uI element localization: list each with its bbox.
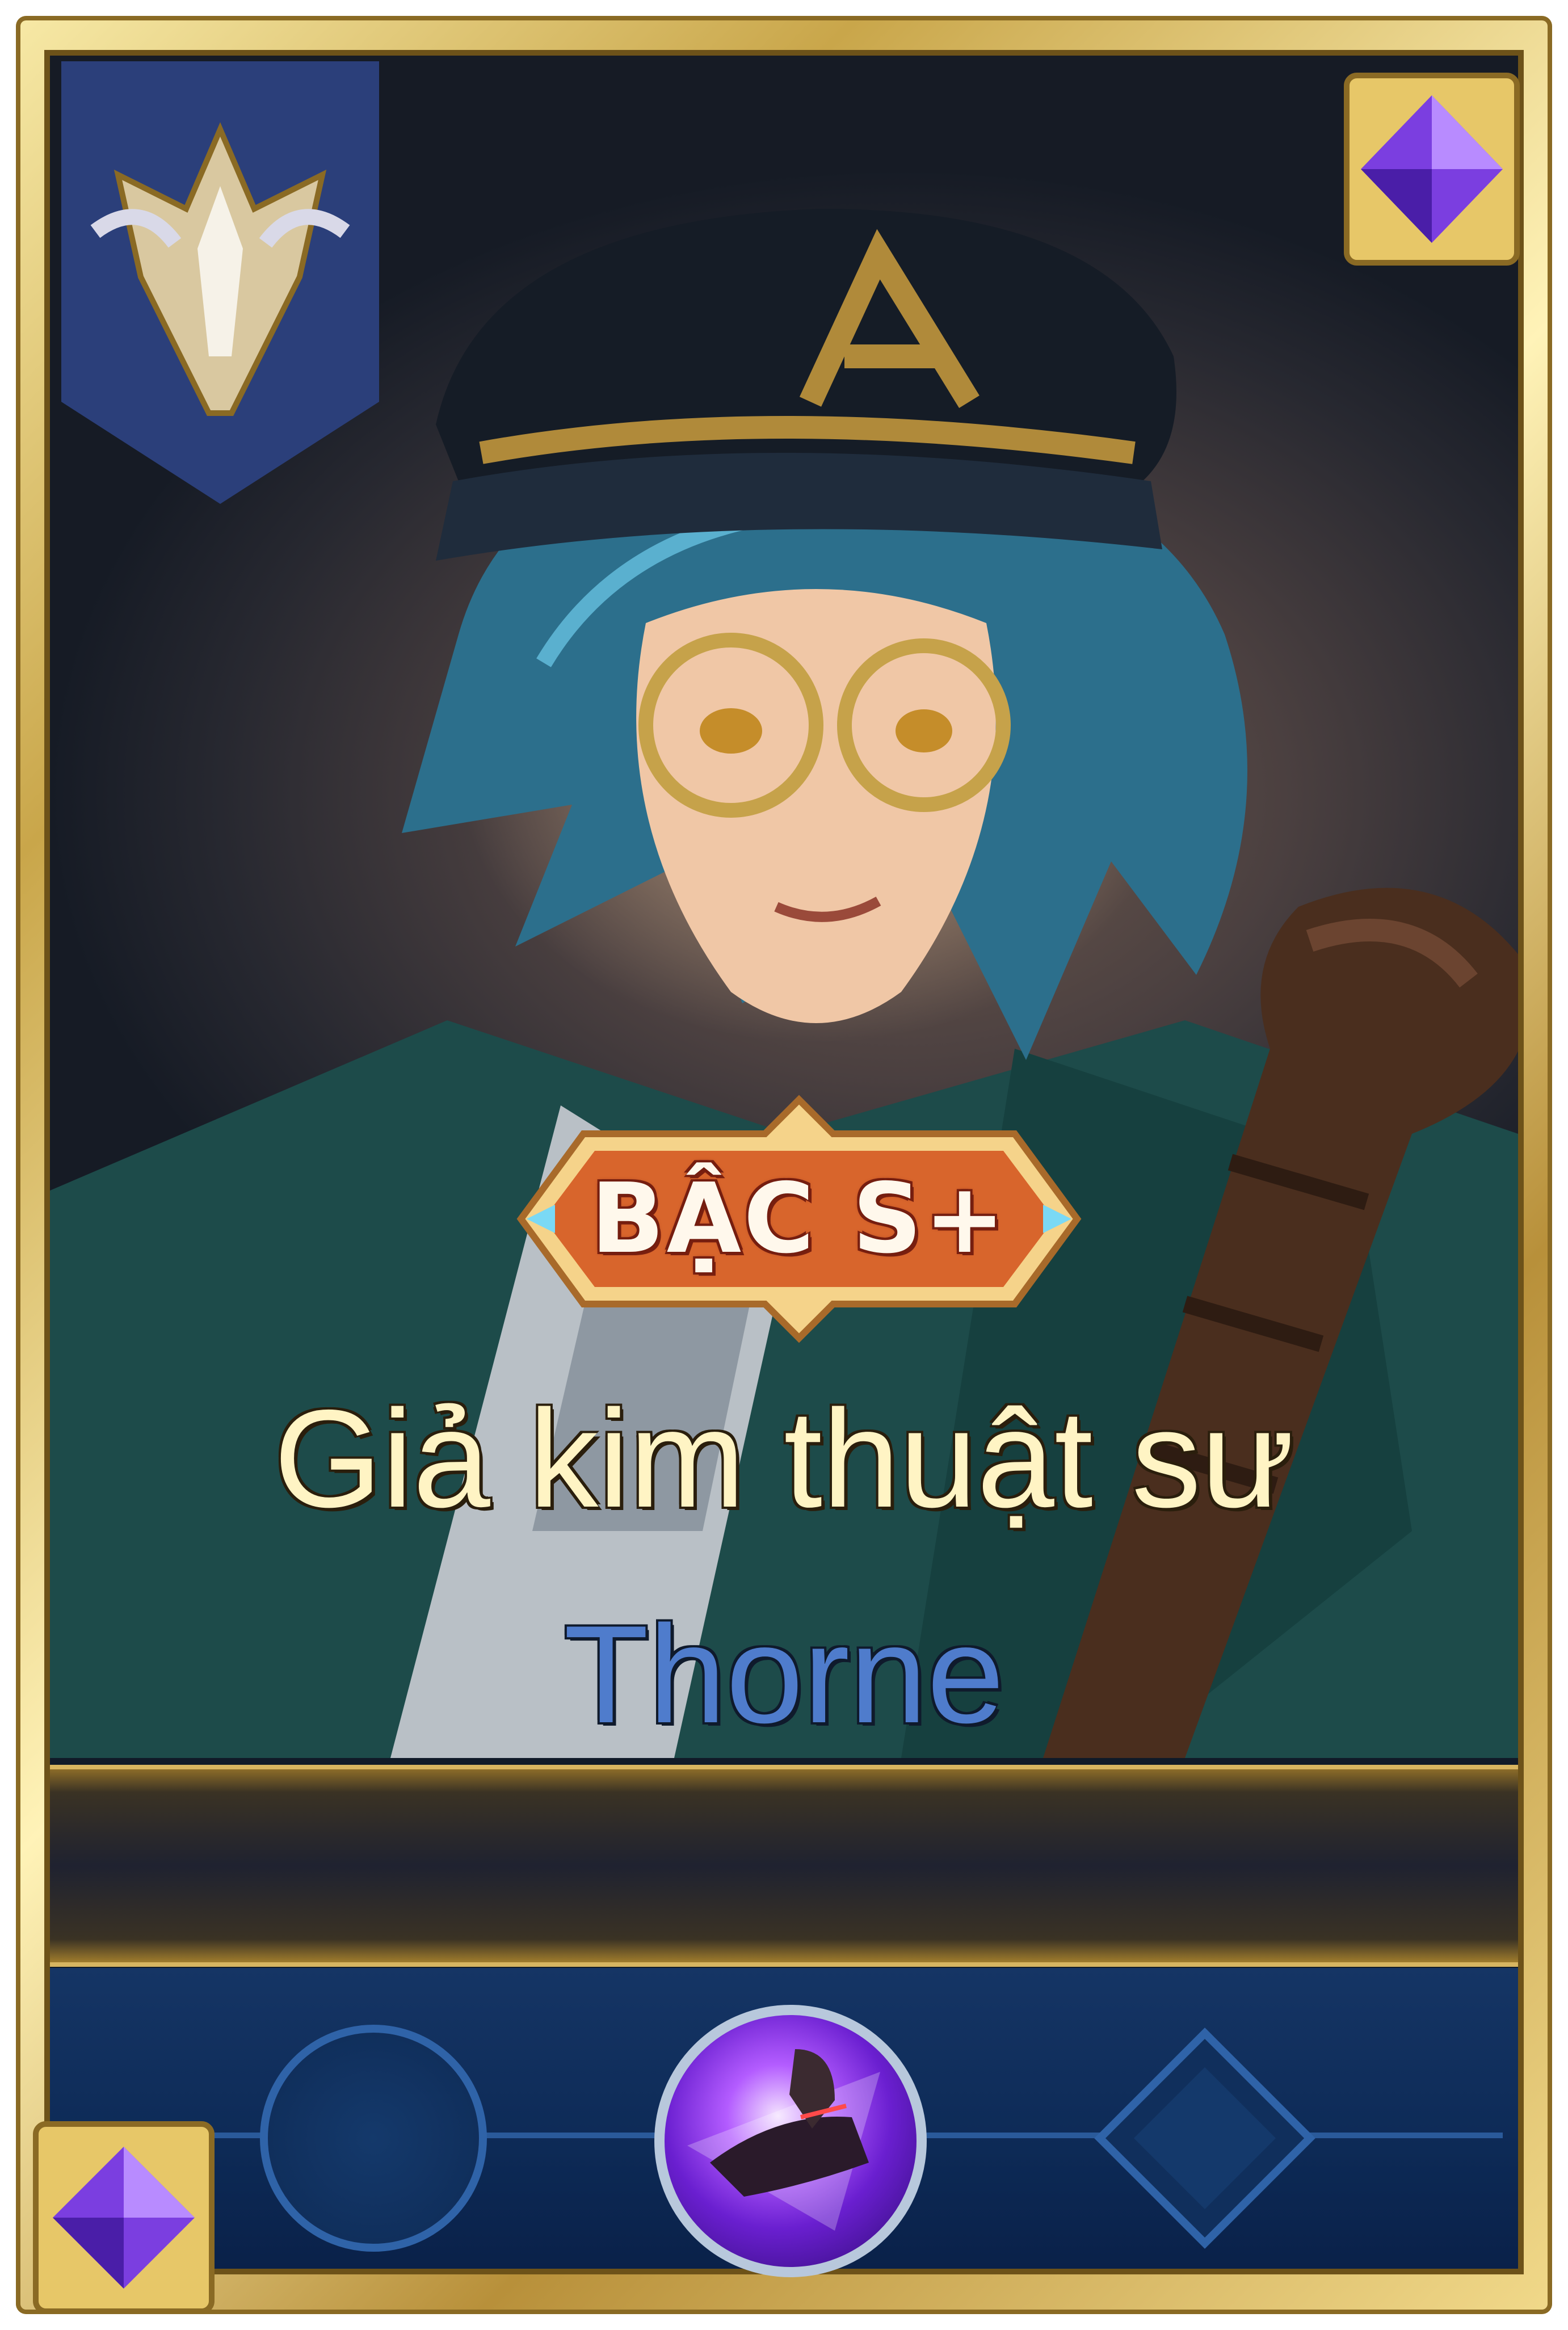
skill-portrait-art — [687, 2049, 880, 2231]
name-plate-bar — [50, 1769, 1518, 1962]
hero-name: Thorne — [564, 1596, 1004, 1752]
rank-emblem-icon — [61, 61, 379, 504]
hero-skin-card[interactable]: BẬC S+ — [16, 16, 1552, 2314]
tier-label: BẬC S+ — [591, 1163, 1007, 1275]
cap-illustration — [436, 209, 1176, 561]
purple-gem-icon — [1344, 73, 1520, 266]
purple-gem-icon — [33, 2121, 215, 2314]
empty-diamond-slot-icon[interactable] — [1094, 2028, 1315, 2249]
skin-name: Giả kim thuật sư — [274, 1381, 1294, 1536]
empty-circle-slot-icon[interactable] — [260, 2025, 487, 2252]
skill-portrait-icon[interactable] — [654, 2005, 927, 2277]
